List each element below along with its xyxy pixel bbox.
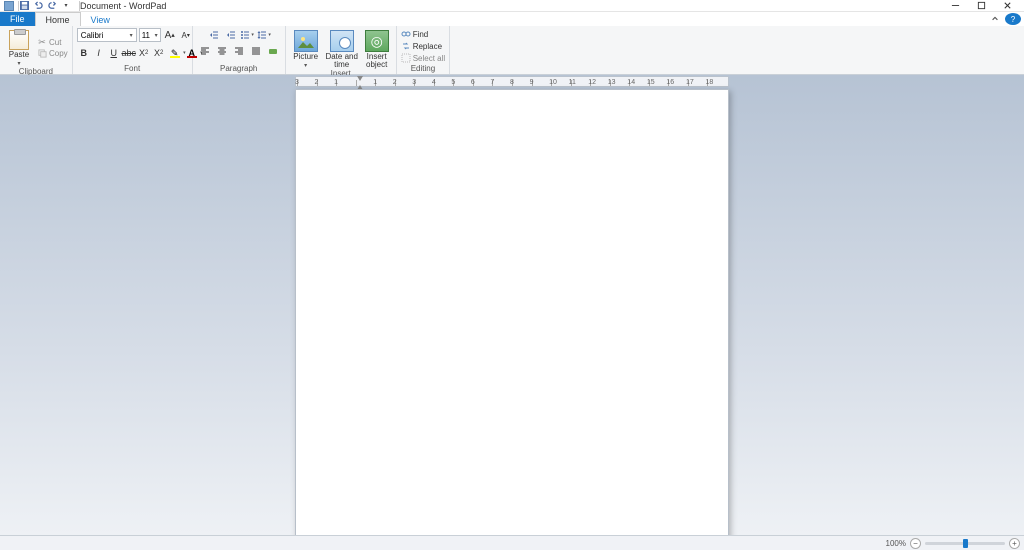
qat-dropdown-icon[interactable]: ▾ <box>61 1 71 11</box>
font-name-select[interactable]: Calibri▾ <box>77 28 137 42</box>
align-justify-button[interactable] <box>248 44 264 58</box>
align-right-button[interactable] <box>231 44 247 58</box>
group-paragraph: ▾ ▾ Paragraph <box>193 26 286 74</box>
paste-button[interactable]: Paste ▾ <box>4 28 34 67</box>
calendar-clock-icon <box>330 30 354 52</box>
underline-button[interactable]: U <box>107 46 121 60</box>
zoom-percentage: 100% <box>886 539 906 548</box>
font-color-button[interactable]: A ▾ <box>184 46 200 60</box>
clipboard-icon <box>9 30 29 50</box>
app-icon <box>4 1 14 11</box>
chevron-down-icon: ▾ <box>155 32 158 39</box>
increase-indent-button[interactable] <box>222 28 238 42</box>
subscript-button[interactable]: X2 <box>137 46 151 60</box>
workspace: 321123456789101112131415161718 <box>0 75 1024 535</box>
replace-icon <box>401 41 411 51</box>
select-all-icon <box>401 53 411 63</box>
align-center-button[interactable] <box>214 44 230 58</box>
ribbon: Paste ▾ ✂ Cut Copy Clipboard <box>0 26 1024 75</box>
binoculars-icon <box>401 29 411 39</box>
superscript-button[interactable]: X2 <box>152 46 166 60</box>
zoom-slider-thumb[interactable] <box>963 539 968 548</box>
chevron-down-icon: ▾ <box>251 32 254 38</box>
ruler-tick: 1 <box>336 80 356 86</box>
replace-button[interactable]: Replace <box>401 41 442 51</box>
insert-object-button[interactable]: ◎ Insert object <box>362 28 392 69</box>
chevron-down-icon: ▾ <box>130 32 133 39</box>
font-size-select[interactable]: 11▾ <box>139 28 161 42</box>
chevron-down-icon: ▾ <box>268 32 271 38</box>
group-clipboard: Paste ▾ ✂ Cut Copy Clipboard <box>0 26 73 74</box>
group-editing: Find Replace Select all Editing <box>397 26 450 74</box>
object-icon: ◎ <box>365 30 389 52</box>
undo-icon[interactable] <box>33 1 43 11</box>
ruler-tick: 18 <box>707 80 727 86</box>
close-button[interactable] <box>994 0 1020 12</box>
italic-button[interactable]: I <box>92 46 106 60</box>
copy-button[interactable]: Copy <box>37 48 68 58</box>
redo-icon[interactable] <box>47 1 57 11</box>
ruler[interactable]: 321123456789101112131415161718 <box>0 75 1024 89</box>
maximize-button[interactable] <box>968 0 994 12</box>
highlight-button[interactable]: ✎ ▾ <box>167 46 183 60</box>
group-font: Calibri▾ 11▾ A▴ A▾ B I U abc X2 X2 ✎ ▾ <box>73 26 193 74</box>
chevron-down-icon: ▾ <box>200 50 203 56</box>
bold-button[interactable]: B <box>77 46 91 60</box>
strikethrough-button[interactable]: abc <box>122 46 136 60</box>
statusbar: 100% − + <box>0 535 1024 550</box>
zoom-slider[interactable] <box>925 542 1005 545</box>
window-title: Document - WordPad <box>80 1 166 11</box>
cut-button[interactable]: ✂ Cut <box>37 37 61 47</box>
select-all-button[interactable]: Select all <box>401 53 445 63</box>
bullets-button[interactable]: ▾ <box>239 28 255 42</box>
save-icon[interactable] <box>19 1 29 11</box>
zoom-out-button[interactable]: − <box>910 538 921 549</box>
zoom-in-button[interactable]: + <box>1009 538 1020 549</box>
line-spacing-button[interactable]: ▾ <box>256 28 272 42</box>
insert-picture-button[interactable]: Picture ▾ <box>290 28 322 69</box>
ribbon-tabs: File Home View ? <box>0 12 1024 26</box>
insert-datetime-button[interactable]: Date and time <box>325 28 359 69</box>
copy-icon <box>37 48 47 58</box>
tab-file[interactable]: File <box>0 12 35 26</box>
picture-icon <box>294 30 318 52</box>
help-icon[interactable]: ? <box>1005 13 1021 25</box>
titlebar: ▾ Document - WordPad <box>0 0 1024 12</box>
paragraph-dialog-button[interactable] <box>265 44 281 58</box>
find-button[interactable]: Find <box>401 29 429 39</box>
quick-access-toolbar: ▾ <box>19 1 71 11</box>
tab-home[interactable]: Home <box>35 12 81 26</box>
collapse-ribbon-icon[interactable] <box>988 12 1002 26</box>
document-page[interactable] <box>295 89 729 535</box>
group-insert: Picture ▾ Date and time ◎ Insert object … <box>286 26 397 74</box>
decrease-indent-button[interactable] <box>205 28 221 42</box>
chevron-down-icon: ▾ <box>17 60 20 67</box>
scissors-icon: ✂ <box>37 37 47 47</box>
shrink-font-button[interactable]: A▾ <box>179 28 193 42</box>
minimize-button[interactable] <box>942 0 968 12</box>
tab-view[interactable]: View <box>81 12 120 26</box>
grow-font-button[interactable]: A▴ <box>163 28 177 42</box>
chevron-down-icon: ▾ <box>304 62 307 69</box>
